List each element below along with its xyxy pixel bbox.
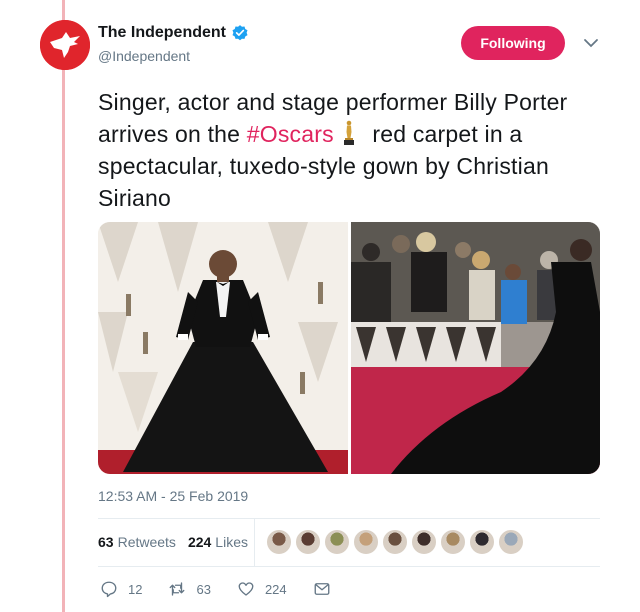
- tweet-timestamp[interactable]: 12:53 AM - 25 Feb 2019: [98, 488, 248, 504]
- photo-left-image: [98, 222, 348, 474]
- envelope-icon: [314, 583, 330, 595]
- divider-bottom: [98, 566, 600, 567]
- retweets-count: 63: [98, 534, 114, 550]
- hashtag-link[interactable]: #Oscars: [247, 121, 334, 147]
- likes-count: 224: [187, 534, 212, 550]
- chevron-down-icon[interactable]: [582, 36, 600, 50]
- thread-line: [62, 0, 65, 612]
- heart-icon: [238, 582, 254, 596]
- likes-label: Likes: [215, 534, 248, 550]
- verified-badge-icon: [232, 25, 248, 41]
- handle[interactable]: @Independent: [98, 48, 190, 64]
- tweet-media[interactable]: [98, 222, 600, 474]
- divider-top: [98, 518, 600, 519]
- direct-message-action[interactable]: [313, 580, 341, 598]
- photo-right-image: [351, 222, 600, 474]
- reply-count: 12: [128, 581, 143, 597]
- eagle-logo-icon: [40, 20, 90, 70]
- retweet-icon: [170, 582, 185, 596]
- likes-stat[interactable]: 224 Likes: [188, 534, 248, 550]
- account-name-row: The Independent: [98, 24, 249, 42]
- red-carpet-photo-left[interactable]: [98, 222, 348, 474]
- tweet-text: Singer, actor and stage performer Billy …: [98, 86, 598, 214]
- tweet-stats: 63 Retweets 224 Likes: [98, 534, 260, 550]
- liker-avatar[interactable]: [469, 529, 495, 555]
- reply-action[interactable]: 12: [100, 580, 142, 598]
- retweet-count: 63: [196, 581, 211, 597]
- retweet-action[interactable]: 63: [168, 580, 211, 598]
- liker-avatar[interactable]: [411, 529, 437, 555]
- liker-avatar[interactable]: [440, 529, 466, 555]
- liker-avatar[interactable]: [295, 529, 321, 555]
- retweets-label: Retweets: [117, 534, 176, 550]
- like-action[interactable]: 224: [237, 580, 287, 598]
- liker-avatar[interactable]: [498, 529, 524, 555]
- retweets-stat[interactable]: 63 Retweets: [98, 534, 176, 550]
- reply-icon: [101, 581, 117, 598]
- liker-avatar[interactable]: [266, 529, 292, 555]
- oscar-trophy-icon: [343, 120, 354, 145]
- tweet-actions: 12 63 224: [100, 580, 367, 598]
- like-count: 224: [264, 581, 287, 597]
- following-button[interactable]: Following: [461, 26, 565, 60]
- likers-avatars: [266, 529, 527, 555]
- liker-avatar[interactable]: [324, 529, 350, 555]
- display-name[interactable]: The Independent: [98, 24, 226, 42]
- stats-separator: [254, 518, 255, 566]
- liker-avatar[interactable]: [353, 529, 379, 555]
- red-carpet-photo-right[interactable]: [351, 222, 600, 474]
- avatar[interactable]: [40, 20, 90, 70]
- liker-avatar[interactable]: [382, 529, 408, 555]
